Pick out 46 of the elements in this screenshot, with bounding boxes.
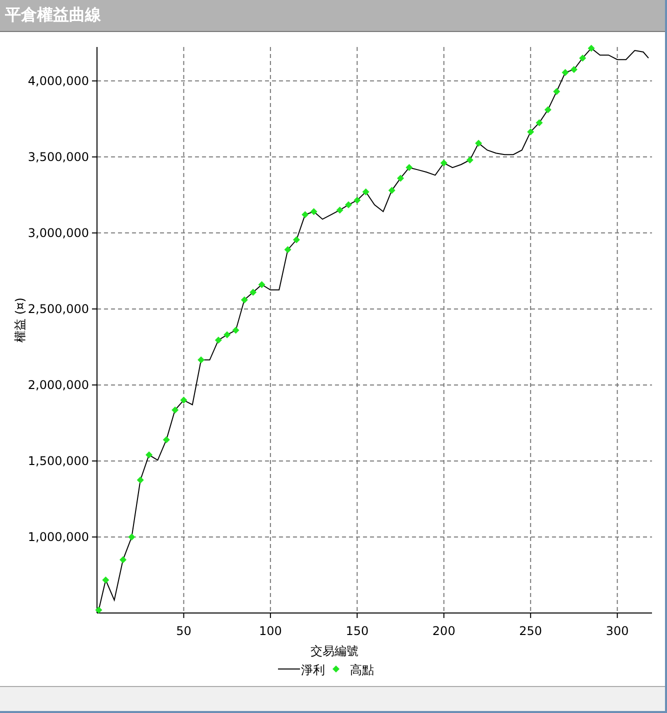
y-axis-title: 權益 (¤) bbox=[13, 298, 27, 342]
high-point-marker bbox=[172, 406, 179, 414]
high-point-marker bbox=[198, 356, 205, 364]
high-point-marker bbox=[180, 396, 188, 404]
high-point-marker bbox=[120, 556, 127, 564]
legend-line-icon bbox=[278, 668, 300, 670]
y-tick-label: 1,000,000 bbox=[28, 530, 89, 544]
y-tick-label: 2,000,000 bbox=[28, 378, 89, 392]
x-tick-label: 300 bbox=[606, 624, 629, 638]
high-point-marker bbox=[579, 54, 586, 62]
high-point-marker bbox=[388, 186, 396, 194]
high-point-marker bbox=[136, 476, 144, 484]
y-tick-label: 3,500,000 bbox=[28, 150, 89, 164]
y-tick-label: 1,500,000 bbox=[28, 454, 89, 468]
x-tick-label: 50 bbox=[176, 624, 192, 638]
x-axis-title: 交易編號 bbox=[310, 644, 358, 658]
y-tick-label: 2,500,000 bbox=[28, 302, 89, 316]
high-point-marker bbox=[406, 164, 413, 172]
y-tick-label: 3,000,000 bbox=[28, 226, 89, 240]
x-tick-label: 100 bbox=[258, 624, 282, 638]
high-point-marker bbox=[292, 236, 300, 244]
high-point-marker bbox=[128, 533, 136, 540]
high-point-marker bbox=[95, 606, 102, 614]
high-point-marker bbox=[240, 296, 248, 304]
high-point-marker bbox=[214, 336, 222, 344]
high-point-marker bbox=[397, 174, 404, 182]
y-tick-label: 4,000,000 bbox=[28, 74, 89, 88]
high-point-marker bbox=[162, 436, 170, 444]
window-title: 平倉權益曲線 bbox=[5, 5, 101, 26]
x-tick-label: 250 bbox=[519, 624, 542, 638]
x-tick-label: 150 bbox=[346, 624, 369, 638]
high-point-marker bbox=[440, 160, 448, 166]
legend-label: 淨利 bbox=[301, 663, 325, 677]
high-point-marker bbox=[527, 128, 534, 136]
high-point-marker bbox=[536, 119, 543, 126]
high-point-marker bbox=[466, 156, 474, 164]
high-point-marker bbox=[553, 88, 560, 96]
high-point-marker bbox=[588, 44, 595, 52]
legend-diamond-icon bbox=[332, 666, 340, 672]
high-point-marker bbox=[544, 106, 552, 114]
high-point-marker bbox=[284, 246, 292, 254]
legend-label: 高點 bbox=[350, 663, 374, 677]
high-point-marker bbox=[475, 140, 482, 147]
x-tick-label: 200 bbox=[432, 624, 456, 638]
high-point-marker bbox=[146, 451, 153, 458]
high-point-marker bbox=[102, 576, 110, 584]
